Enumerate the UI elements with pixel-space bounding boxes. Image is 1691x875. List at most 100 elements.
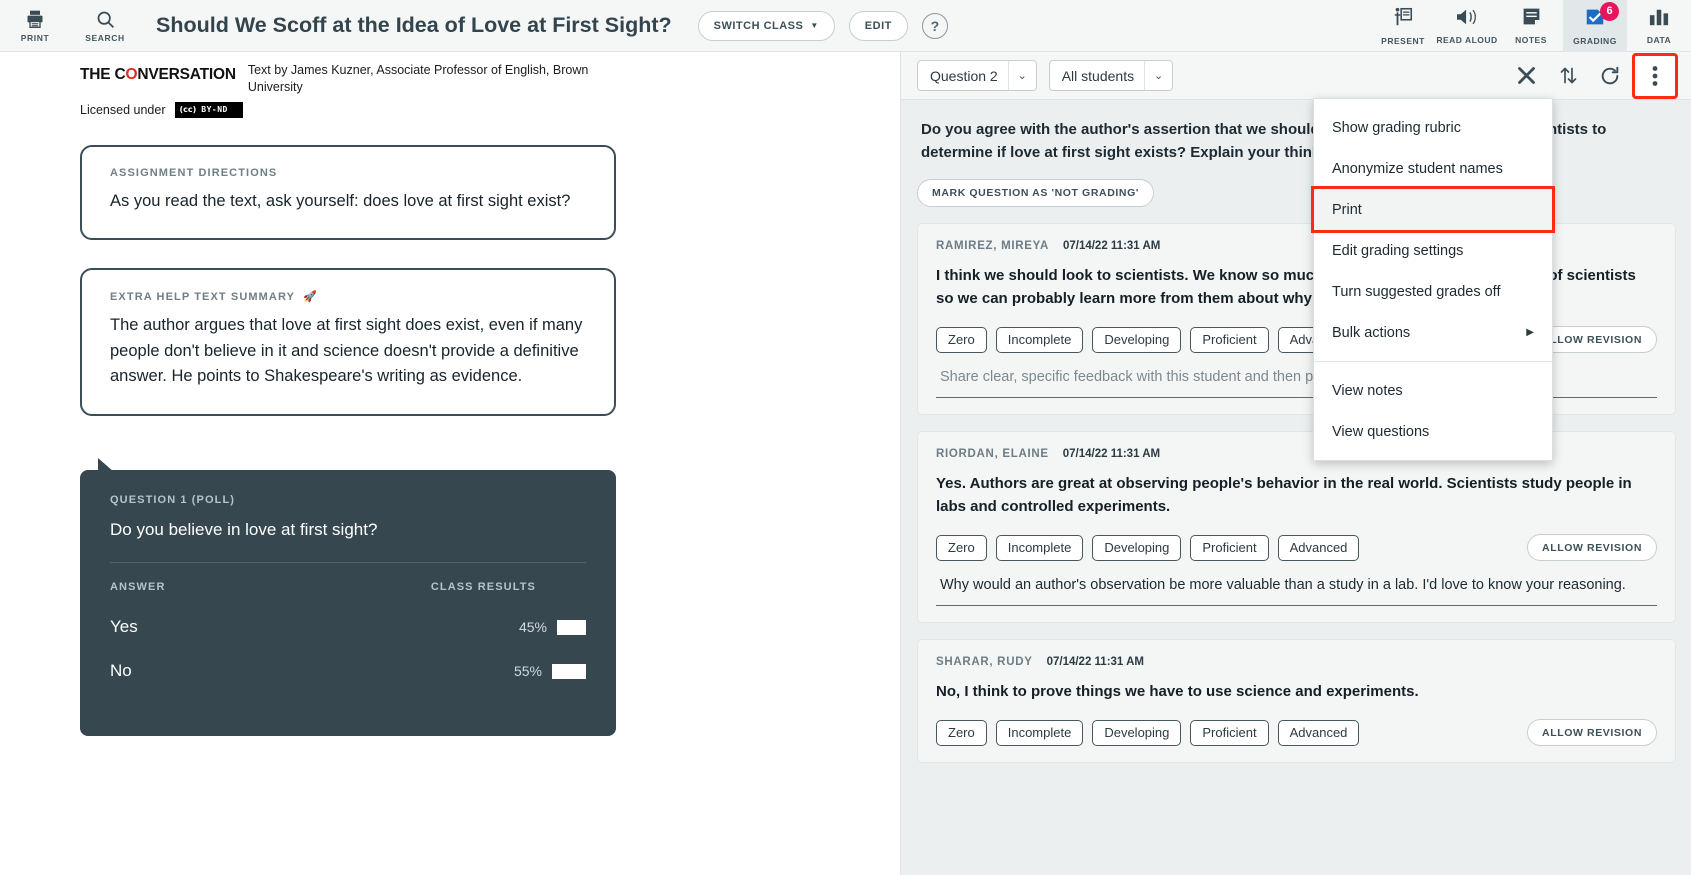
help-button[interactable]: ?	[921, 12, 948, 39]
grading-options-menu: Show grading rubric Anonymize student na…	[1311, 98, 1555, 461]
grade-chip-incomplete[interactable]: Incomplete	[995, 326, 1084, 353]
submission-timestamp: 07/14/22 11:31 AM	[1046, 656, 1144, 668]
tab-read-aloud-label: READ ALOUD	[1436, 34, 1498, 45]
grade-chip-developing[interactable]: Developing	[1092, 719, 1182, 746]
poll-divider	[110, 562, 586, 563]
rocket-icon: 🚀	[303, 291, 318, 304]
grading-badge: 6	[1600, 1, 1619, 21]
grade-chip-zero[interactable]: Zero	[936, 719, 987, 746]
menu-item-print[interactable]: Print	[1311, 186, 1555, 233]
allow-revision-button[interactable]: ALLOW REVISION	[1527, 719, 1657, 747]
response-meta: SHARAR, RUDY 07/14/22 11:31 AM	[936, 656, 1657, 668]
menu-item-label: View notes	[1332, 382, 1403, 399]
speaker-icon	[1455, 7, 1479, 32]
grade-chip-advanced[interactable]: Advanced	[1277, 719, 1360, 746]
grade-chip-zero[interactable]: Zero	[936, 534, 987, 561]
poll-kicker: QUESTION 1 (POLL)	[110, 494, 236, 506]
toolbar-left-group: PRINT SEARCH Should We Scoff at the Idea…	[0, 0, 948, 52]
extra-help-summary-kicker: EXTRA HELP TEXT SUMMARY 🚀	[110, 290, 586, 304]
grade-chip-zero[interactable]: Zero	[936, 326, 987, 353]
tab-present[interactable]: PRESENT	[1371, 0, 1435, 52]
allow-revision-button[interactable]: ALLOW REVISION	[1527, 534, 1657, 562]
response-card: RIORDAN, ELAINE 07/14/22 11:31 AM Yes. A…	[917, 430, 1676, 623]
menu-item-label: Bulk actions	[1332, 324, 1411, 341]
menu-item-view-questions[interactable]: View questions	[1314, 411, 1552, 452]
question-select[interactable]: Question 2 ⌄	[917, 60, 1037, 91]
grade-chip-proficient[interactable]: Proficient	[1190, 719, 1269, 746]
poll-question: Do you believe in love at first sight?	[110, 520, 378, 539]
poll-col-answer: ANSWER	[110, 581, 166, 593]
notes-icon	[1521, 6, 1542, 32]
poll-column-headers: ANSWER CLASS RESULTS	[110, 581, 586, 593]
menu-item-label: Edit grading settings	[1332, 242, 1464, 259]
poll-answer-label: No	[110, 661, 132, 680]
chevron-down-icon: ▼	[810, 21, 819, 30]
poll-card: QUESTION 1 (POLL) Do you believe in love…	[80, 470, 616, 736]
menu-item-label: Turn suggested grades off	[1332, 283, 1501, 300]
the-conversation-logo: THE CONVERSATION	[80, 66, 236, 84]
edit-button[interactable]: EDIT	[848, 10, 908, 41]
app-root: PRINT SEARCH Should We Scoff at the Idea…	[0, 0, 1691, 875]
grading-pane: Question 2 ⌄ All students ⌄ Do you agree…	[900, 52, 1691, 875]
search-icon	[95, 8, 116, 30]
response-text: Yes. Authors are great at observing peop…	[936, 474, 1632, 515]
poll-row: Yes 45%	[110, 617, 586, 637]
grade-chip-proficient[interactable]: Proficient	[1190, 534, 1269, 561]
assignment-directions-card: ASSIGNMENT DIRECTIONS As you read the te…	[80, 144, 616, 241]
print-button[interactable]: PRINT	[0, 0, 70, 52]
close-panel-button[interactable]	[1509, 59, 1543, 93]
help-icon: ?	[930, 17, 940, 34]
grade-chip-incomplete[interactable]: Incomplete	[995, 534, 1084, 561]
kebab-menu-button[interactable]	[1632, 52, 1678, 99]
poll-pointer	[98, 458, 114, 472]
menu-item-bulk-actions[interactable]: Bulk actions ▶	[1314, 312, 1552, 353]
reader-pane: THE CONVERSATION Text by James Kuzner, A…	[0, 52, 900, 875]
feedback-input[interactable]: Why would an author's observation be mor…	[936, 575, 1657, 606]
menu-item-show-grading-rubric[interactable]: Show grading rubric	[1314, 107, 1552, 148]
tab-grading-label: GRADING	[1573, 35, 1617, 46]
submission-timestamp: 07/14/22 11:31 AM	[1062, 447, 1161, 460]
poll-answer-label: Yes	[110, 617, 138, 636]
top-toolbar: PRINT SEARCH Should We Scoff at the Idea…	[0, 0, 1691, 52]
tab-data[interactable]: DATA	[1627, 0, 1691, 52]
submission-timestamp: 07/14/22 11:31 AM	[1062, 239, 1161, 252]
menu-item-edit-grading-settings[interactable]: Edit grading settings	[1314, 230, 1552, 271]
students-select-value: All students	[1061, 67, 1135, 84]
tab-notes[interactable]: NOTES	[1499, 0, 1563, 52]
menu-item-view-notes[interactable]: View notes	[1314, 370, 1552, 411]
question-select-value: Question 2	[930, 67, 998, 84]
logo-prefix: THE C	[80, 66, 126, 83]
menu-item-anonymize-student-names[interactable]: Anonymize student names	[1314, 148, 1552, 189]
grading-toolbar: Question 2 ⌄ All students ⌄	[901, 52, 1691, 100]
grade-chip-advanced[interactable]: Advanced	[1277, 534, 1360, 561]
sort-button[interactable]	[1551, 59, 1585, 93]
licensed-label: Licensed under	[80, 102, 166, 117]
edit-button-label: EDIT	[864, 19, 892, 32]
grading-toolbar-actions	[1509, 52, 1678, 99]
mark-not-grading-label: MARK QUESTION AS 'NOT GRADING'	[932, 186, 1139, 199]
students-select[interactable]: All students ⌄	[1048, 60, 1174, 91]
poll-bar	[557, 619, 586, 635]
switch-class-button[interactable]: SWITCH CLASS ▼	[697, 10, 835, 41]
tab-grading[interactable]: 6 GRADING	[1563, 0, 1627, 52]
tab-read-aloud[interactable]: READ ALOUD	[1435, 0, 1499, 52]
grade-chip-developing[interactable]: Developing	[1092, 326, 1182, 353]
printer-icon	[25, 8, 45, 30]
grade-chip-developing[interactable]: Developing	[1092, 534, 1182, 561]
grading-content: Do you agree with the author's assertion…	[901, 100, 1691, 875]
poll-percent-label: 45%	[518, 619, 547, 635]
presenter-icon	[1392, 6, 1414, 33]
grade-chip-incomplete[interactable]: Incomplete	[995, 719, 1084, 746]
search-button[interactable]: SEARCH	[70, 0, 140, 52]
logo-suffix: NVERSATION	[137, 66, 236, 83]
menu-item-label: View questions	[1332, 423, 1430, 440]
mark-not-grading-button[interactable]: MARK QUESTION AS 'NOT GRADING'	[917, 178, 1154, 207]
grade-chip-proficient[interactable]: Proficient	[1190, 326, 1269, 353]
student-name: RAMIREZ, MIREYA	[936, 239, 1049, 252]
refresh-button[interactable]	[1593, 59, 1627, 93]
tab-notes-label: NOTES	[1515, 35, 1547, 45]
menu-item-label: Print	[1332, 201, 1362, 218]
cc-terms: BY-ND	[199, 105, 242, 115]
grade-options-row: Zero Incomplete Developing Proficient Ad…	[936, 534, 1657, 562]
menu-item-turn-suggested-grades-off[interactable]: Turn suggested grades off	[1314, 271, 1552, 312]
